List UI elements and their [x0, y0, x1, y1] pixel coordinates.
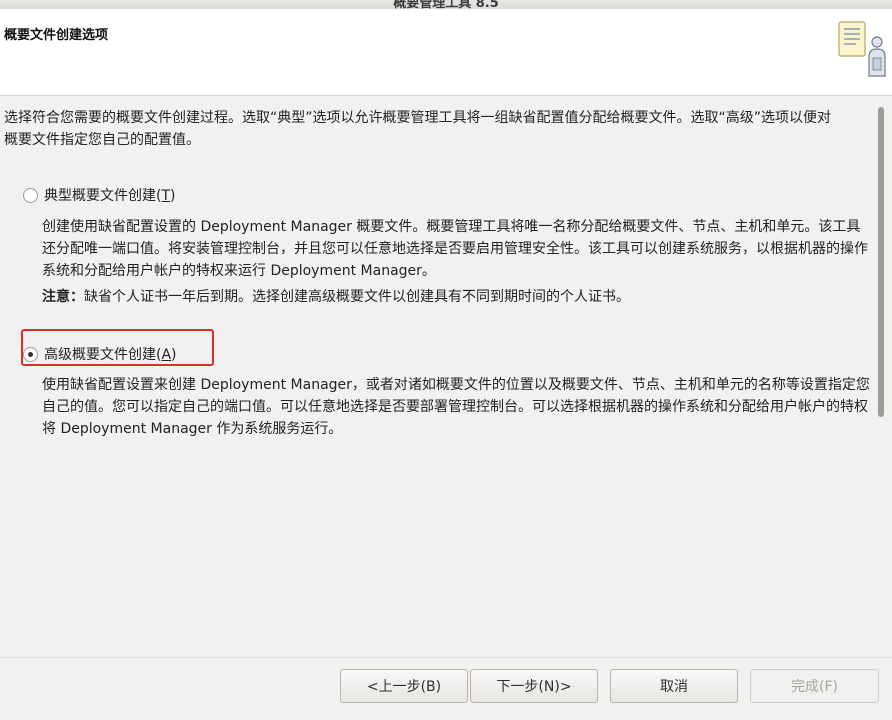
vertical-scrollbar[interactable] — [875, 101, 887, 585]
back-button[interactable]: <上一步(B) — [340, 669, 468, 703]
next-button[interactable]: 下一步(N)> — [470, 669, 598, 703]
option-advanced-description: 使用缺省配置设置来创建 Deployment Manager，或者对诸如概要文件… — [42, 377, 870, 437]
finish-button[interactable]: 完成(F) — [750, 669, 879, 703]
option-advanced-label[interactable]: 高级概要文件创建(A) — [44, 344, 177, 364]
option-typical-note: 注意：缺省个人证书一年后到期。选择创建高级概要文件以创建具有不同到期时间的个人证… — [42, 289, 630, 305]
option-typical-label[interactable]: 典型概要文件创建(T) — [44, 185, 176, 205]
footer-divider — [0, 657, 892, 658]
wizard-header: 概要文件创建选项 — [0, 9, 892, 96]
cancel-button[interactable]: 取消 — [610, 669, 738, 703]
option-advanced-radio[interactable]: 高级概要文件创建(A) — [23, 344, 177, 364]
intro-text: 选择符合您需要的概要文件创建过程。选取“典型”选项以允许概要管理工具将一组缺省配… — [4, 110, 832, 148]
window-titlebar: 概要管理工具 8.5 — [0, 0, 892, 9]
radio-checked-icon[interactable] — [23, 346, 38, 362]
wizard-document-icon — [838, 21, 886, 77]
wizard-content: 选择符合您需要的概要文件创建过程。选取“典型”选项以允许概要管理工具将一组缺省配… — [0, 97, 892, 657]
radio-unchecked-icon[interactable] — [23, 187, 38, 203]
option-typical-description: 创建使用缺省配置设置的 Deployment Manager 概要文件。概要管理… — [42, 216, 870, 308]
scrollbar-thumb[interactable] — [878, 107, 884, 417]
window-title: 概要管理工具 8.5 — [393, 0, 499, 9]
page-title: 概要文件创建选项 — [4, 28, 109, 43]
option-typical-radio[interactable]: 典型概要文件创建(T) — [23, 185, 176, 205]
